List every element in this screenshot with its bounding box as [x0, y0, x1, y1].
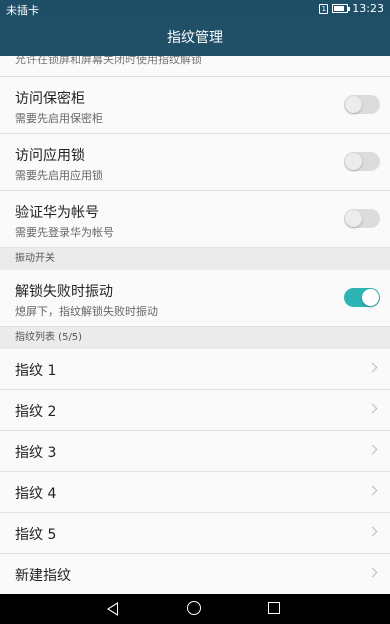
- page-title: 指纹管理: [167, 30, 223, 46]
- setting-subtitle: 需要先登录华为帐号: [15, 226, 114, 239]
- setting-row-vibrate-on-fail[interactable]: 解锁失败时振动 熄屏下，指纹解锁失败时振动: [0, 270, 390, 327]
- clock: 13:23: [352, 2, 384, 15]
- safe-toggle-switch[interactable]: [344, 95, 380, 114]
- fingerprint-label: 指纹 3: [15, 445, 57, 461]
- partial-settings-row[interactable]: 允许在锁屏和屏幕关闭时使用指纹解锁: [0, 56, 390, 77]
- fingerprint-label: 指纹 2: [15, 404, 57, 420]
- settings-list[interactable]: 允许在锁屏和屏幕关闭时使用指纹解锁 访问保密柜 需要先启用保密柜 访问应用锁 需…: [0, 56, 390, 594]
- fingerprint-item-3[interactable]: 指纹 3: [0, 431, 390, 472]
- status-icons: 1 13:23: [319, 2, 384, 15]
- setting-title: 验证华为帐号: [15, 205, 99, 221]
- setting-subtitle: 需要先启用应用锁: [15, 169, 103, 182]
- chevron-right-icon: [367, 567, 378, 578]
- status-bar: 未插卡 1 13:23: [0, 0, 390, 18]
- fingerprint-label: 指纹 4: [15, 486, 57, 502]
- add-fingerprint-label: 新建指纹: [15, 568, 71, 584]
- fingerprint-item-5[interactable]: 指纹 5: [0, 513, 390, 554]
- setting-title: 访问应用锁: [15, 148, 85, 164]
- sim-icon: 1: [319, 3, 329, 14]
- switch-knob: [345, 210, 362, 227]
- chevron-right-icon: [367, 362, 378, 373]
- carrier-text: 未插卡: [6, 4, 39, 17]
- chevron-right-icon: [367, 526, 378, 537]
- setting-title: 访问保密柜: [15, 91, 85, 107]
- section-header-fingerprints: 指纹列表 (5/5): [0, 327, 390, 349]
- chevron-right-icon: [367, 444, 378, 455]
- app-bar: 指纹管理: [0, 18, 390, 56]
- setting-subtitle: 熄屏下，指纹解锁失败时振动: [15, 305, 158, 318]
- huawei-account-toggle-switch[interactable]: [344, 209, 380, 228]
- recents-icon[interactable]: [268, 602, 280, 614]
- fingerprint-label: 指纹 1: [15, 363, 57, 379]
- section-header-vibration: 振动开关: [0, 248, 390, 270]
- fingerprint-label: 指纹 5: [15, 527, 57, 543]
- setting-row-huawei-account[interactable]: 验证华为帐号 需要先登录华为帐号: [0, 191, 390, 248]
- back-icon[interactable]: [107, 602, 118, 616]
- setting-row-safe[interactable]: 访问保密柜 需要先启用保密柜: [0, 77, 390, 134]
- chevron-right-icon: [367, 403, 378, 414]
- switch-knob: [362, 289, 379, 306]
- switch-knob: [345, 96, 362, 113]
- chevron-right-icon: [367, 485, 378, 496]
- switch-knob: [345, 153, 362, 170]
- fingerprint-item-4[interactable]: 指纹 4: [0, 472, 390, 513]
- add-fingerprint-item[interactable]: 新建指纹: [0, 554, 390, 594]
- setting-subtitle: 需要先启用保密柜: [15, 112, 103, 125]
- fingerprint-item-1[interactable]: 指纹 1: [0, 349, 390, 390]
- home-icon[interactable]: [187, 601, 201, 615]
- battery-fill: [334, 6, 345, 11]
- battery-icon: [332, 4, 351, 13]
- setting-title: 解锁失败时振动: [15, 284, 113, 300]
- fingerprint-item-2[interactable]: 指纹 2: [0, 390, 390, 431]
- vibrate-toggle-switch[interactable]: [344, 288, 380, 307]
- setting-row-app-lock[interactable]: 访问应用锁 需要先启用应用锁: [0, 134, 390, 191]
- partial-row-subtitle: 允许在锁屏和屏幕关闭时使用指纹解锁: [15, 56, 202, 66]
- app-lock-toggle-switch[interactable]: [344, 152, 380, 171]
- system-nav-bar: [0, 594, 390, 624]
